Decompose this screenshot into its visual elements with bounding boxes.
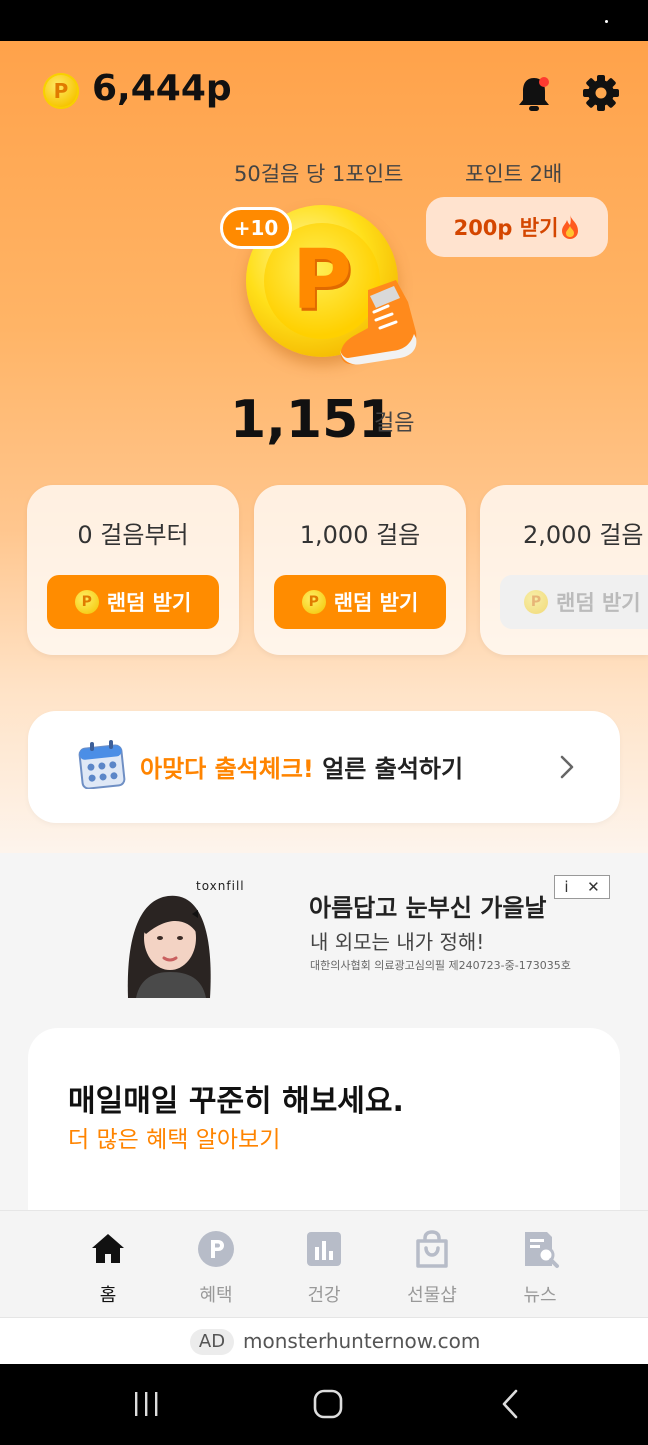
random-reward-button-disabled[interactable]: P 랜덤 받기 xyxy=(500,575,648,629)
ad-brand: toxnfill xyxy=(196,879,245,893)
ad-tag: AD xyxy=(190,1329,234,1355)
shopping-bag-icon xyxy=(416,1230,448,1268)
reward-threshold: 1,000 걸음 xyxy=(299,521,421,549)
ad-info-icon[interactable]: i xyxy=(564,878,568,896)
tab-label: 선물샵 xyxy=(407,1285,457,1306)
point-icon xyxy=(198,1231,234,1267)
random-reward-label: 랜덤 받기 xyxy=(333,591,419,615)
back-icon[interactable] xyxy=(496,1388,524,1420)
point-coin-icon: P xyxy=(74,590,99,614)
ad-subtitle: 내 외모는 내가 정해! xyxy=(310,930,485,954)
tab-gift-shop[interactable]: 선물샵 xyxy=(387,1229,477,1307)
ad-model-photo xyxy=(118,880,218,998)
reward-threshold: 0 걸음부터 xyxy=(77,521,189,549)
step-unit: 걸음 xyxy=(374,411,415,436)
daily-title: 매일매일 꾸준히 해보세요. xyxy=(68,1084,404,1119)
chevron-right-icon xyxy=(560,755,574,779)
reward-card: 0 걸음부터 P 랜덤 받기 xyxy=(27,485,239,655)
double-points-text: 포인트 2배 xyxy=(465,162,563,186)
points-total[interactable]: 6,444p xyxy=(92,68,232,109)
tab-label: 뉴스 xyxy=(523,1285,557,1306)
step-count: 1,151 xyxy=(230,390,395,450)
news-icon xyxy=(525,1232,559,1268)
ad-certification: 대한의사협회 의료광고심의필 제240723-중-173035호 xyxy=(310,959,571,972)
point-coin-icon: P xyxy=(301,590,326,614)
random-reward-label: 랜덤 받기 xyxy=(556,591,641,615)
settings-gear-icon[interactable] xyxy=(582,74,620,112)
sneaker-icon xyxy=(340,280,417,365)
get-200p-label: 200p 받기 xyxy=(453,216,559,240)
ad-title: 아름답고 눈부신 가을날 xyxy=(309,894,547,922)
point-rate-text: 50걸음 당 1포인트 xyxy=(234,162,404,186)
reward-card: 1,000 걸음 P 랜덤 받기 xyxy=(254,485,466,655)
tab-label: 홈 xyxy=(99,1285,117,1306)
random-reward-label: 랜덤 받기 xyxy=(106,591,192,615)
random-reward-button[interactable]: P 랜덤 받기 xyxy=(274,575,446,629)
home-icon xyxy=(92,1234,124,1263)
fire-icon xyxy=(562,215,579,239)
get-200p-button[interactable]: 200p 받기 xyxy=(426,197,608,257)
attendance-cta: 얼른 출석하기 xyxy=(313,755,464,783)
tab-health[interactable]: 건강 xyxy=(279,1229,369,1307)
recent-apps-icon[interactable] xyxy=(130,1388,162,1420)
bonus-badge: +10 xyxy=(220,207,292,249)
bottom-tab-bar: 홈 혜택 건강 선물샵 뉴스 xyxy=(0,1210,648,1317)
tab-benefits[interactable]: 혜택 xyxy=(171,1229,261,1307)
ad-url[interactable]: monsterhunternow.com xyxy=(243,1329,480,1353)
notification-bell-icon[interactable] xyxy=(516,74,552,114)
more-benefits-link[interactable]: 더 많은 혜택 알아보기 xyxy=(68,1120,280,1154)
tab-label: 건강 xyxy=(307,1285,341,1306)
system-navigation-bar xyxy=(0,1364,648,1445)
ad-strip[interactable]: AD monsterhunternow.com xyxy=(0,1317,648,1365)
chart-icon xyxy=(307,1232,341,1266)
reward-threshold: 2,000 걸음 xyxy=(523,521,644,549)
attendance-check-card[interactable]: 아맞다 출석체크! 얼른 출석하기 xyxy=(28,711,620,823)
attendance-accent: 아맞다 출석체크! xyxy=(140,755,314,783)
ad-close-icon[interactable]: ✕ xyxy=(587,878,600,896)
tab-label: 혜택 xyxy=(199,1285,233,1306)
reward-card: 2,000 걸음 P 랜덤 받기 xyxy=(480,485,648,655)
daily-benefits-card: 매일매일 꾸준히 해보세요. 더 많은 혜택 알아보기 xyxy=(28,1028,620,1228)
status-bar xyxy=(0,0,648,41)
random-reward-button[interactable]: P 랜덤 받기 xyxy=(47,575,219,629)
point-coin-icon: P xyxy=(524,590,548,614)
ad-banner[interactable]: toxnfill 아름답고 눈부신 가을날 내 외모는 내가 정해! 대한의사협… xyxy=(0,853,648,1013)
point-coin-icon: P xyxy=(43,73,79,109)
ad-choices-controls[interactable]: i ✕ xyxy=(554,875,610,899)
attendance-text: 아맞다 출석체크! 얼른 출석하기 xyxy=(140,749,463,784)
home-button-icon[interactable] xyxy=(310,1386,346,1422)
tab-news[interactable]: 뉴스 xyxy=(495,1229,585,1307)
tab-home[interactable]: 홈 xyxy=(63,1229,153,1307)
status-indicator xyxy=(605,20,608,23)
calendar-icon xyxy=(78,740,126,789)
